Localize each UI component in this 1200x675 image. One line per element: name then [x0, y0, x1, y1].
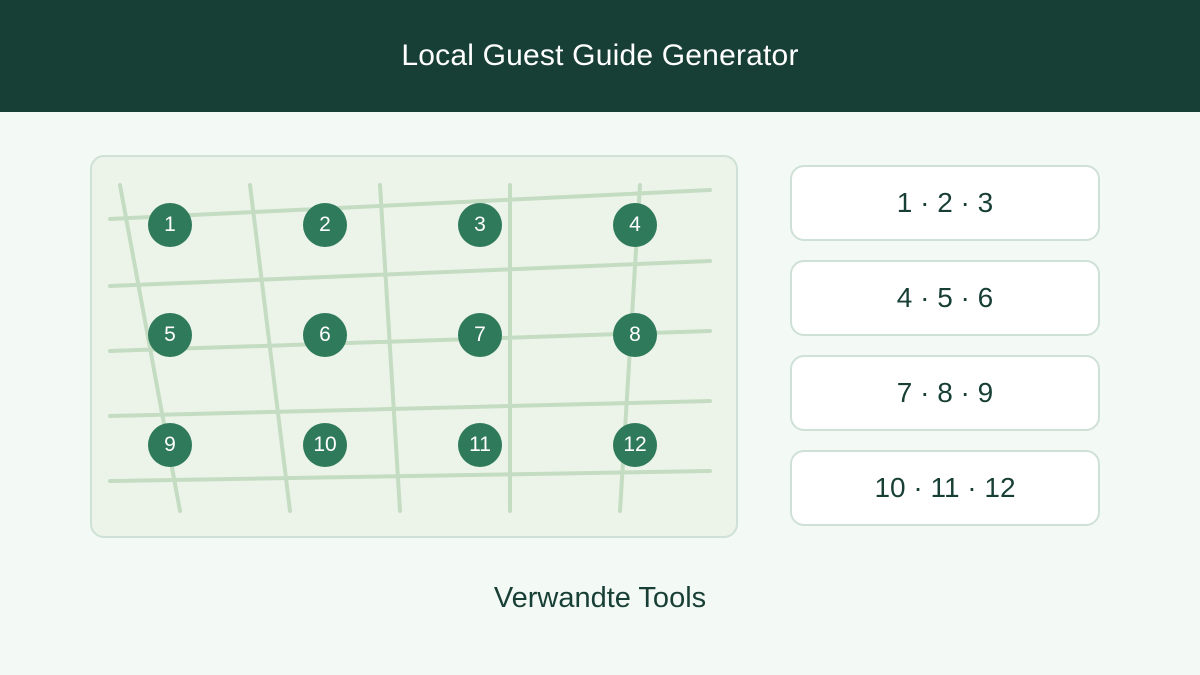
- map-marker-10[interactable]: 10: [303, 423, 347, 467]
- map-marker-2[interactable]: 2: [303, 203, 347, 247]
- map-marker-11[interactable]: 11: [458, 423, 502, 467]
- map-marker-8[interactable]: 8: [613, 313, 657, 357]
- map-marker-12[interactable]: 12: [613, 423, 657, 467]
- map-marker-6[interactable]: 6: [303, 313, 347, 357]
- map-marker-3[interactable]: 3: [458, 203, 502, 247]
- map-marker-9[interactable]: 9: [148, 423, 192, 467]
- map-marker-5[interactable]: 5: [148, 313, 192, 357]
- map-marker-7[interactable]: 7: [458, 313, 502, 357]
- route-card[interactable]: 7 · 8 · 9: [790, 355, 1100, 431]
- route-card[interactable]: 4 · 5 · 6: [790, 260, 1100, 336]
- route-card[interactable]: 1 · 2 · 3: [790, 165, 1100, 241]
- related-tools-heading[interactable]: Verwandte Tools: [0, 582, 1200, 615]
- map-marker-1[interactable]: 1: [148, 203, 192, 247]
- street-line: [108, 259, 712, 288]
- street-line: [108, 399, 712, 418]
- street-line: [378, 183, 402, 513]
- route-card[interactable]: 10 · 11 · 12: [790, 450, 1100, 526]
- app-header: Local Guest Guide Generator: [0, 0, 1200, 112]
- map-marker-4[interactable]: 4: [613, 203, 657, 247]
- map-panel[interactable]: 1 2 3 4 5 6 7 8 9 10 11 12: [90, 155, 738, 538]
- page-title: Local Guest Guide Generator: [401, 39, 799, 72]
